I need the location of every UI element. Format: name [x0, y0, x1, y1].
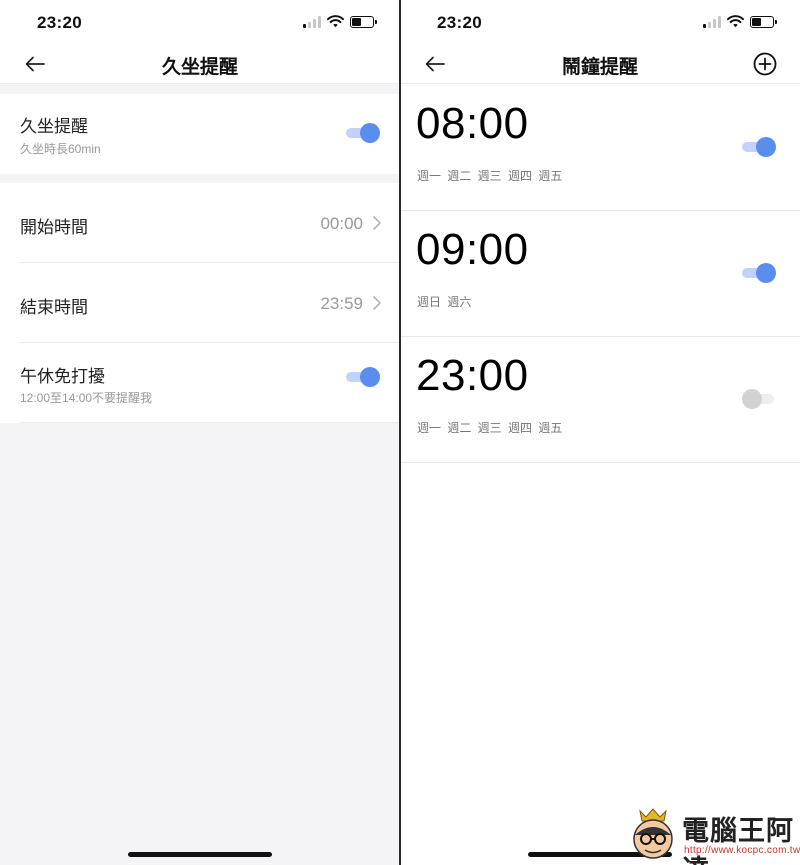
nav-bar: 久坐提醒	[0, 44, 400, 84]
chevron-right-icon	[373, 216, 381, 230]
nap-description: 12:00至14:00不要提醒我	[20, 391, 153, 405]
schedule-card: 開始時間 00:00 結束時間 23:59 午休免打擾 12:00至14:00不…	[0, 183, 400, 423]
mascot-logo-icon	[633, 808, 673, 859]
alarm-reminder-screen: 23:20 鬧鐘提醒 08:00 週一 週二 週三 週四 週五 09:00 週日…	[400, 0, 800, 865]
sedentary-duration: 久坐時長60min	[20, 142, 101, 156]
watermark-brand: 電腦王阿達	[682, 816, 794, 865]
alarm-toggle[interactable]	[742, 263, 776, 283]
cellular-signal-icon	[303, 15, 321, 28]
status-time: 23:20	[37, 13, 82, 32]
alarm-toggle[interactable]	[742, 137, 776, 157]
nap-label: 午休免打擾	[20, 367, 105, 386]
watermark-url: http://www.kocpc.com.tw	[684, 845, 800, 856]
alarm-days: 週一 週二 週三 週四 週五	[417, 169, 563, 183]
page-title: 鬧鐘提醒	[561, 57, 638, 78]
nap-toggle[interactable]	[346, 367, 380, 387]
sedentary-card: 久坐提醒 久坐時長60min	[0, 94, 400, 174]
wifi-icon	[327, 15, 344, 28]
sedentary-row: 久坐提醒 久坐時長60min	[0, 94, 400, 174]
nav-bar: 鬧鐘提醒	[400, 44, 800, 84]
wifi-icon	[727, 15, 744, 28]
alarm-time: 09:00	[416, 225, 529, 274]
end-time-label: 結束時間	[20, 298, 88, 317]
start-time-value: 00:00	[320, 214, 363, 233]
alarm-item[interactable]: 08:00 週一 週二 週三 週四 週五	[400, 85, 800, 211]
divider	[20, 422, 400, 423]
cellular-signal-icon	[703, 15, 721, 28]
sedentary-toggle[interactable]	[346, 123, 380, 143]
watermark: 電腦王阿達 http://www.kocpc.com.tw	[626, 801, 800, 865]
battery-icon	[350, 15, 377, 28]
status-bar: 23:20	[400, 0, 800, 44]
end-time-value: 23:59	[320, 294, 363, 313]
page-title: 久坐提醒	[161, 57, 238, 78]
alarm-time: 23:00	[416, 351, 529, 400]
alarm-item[interactable]: 09:00 週日 週六	[400, 211, 800, 337]
end-time-row[interactable]: 結束時間 23:59	[0, 263, 400, 343]
plus-circle-icon[interactable]	[752, 51, 778, 77]
nap-row: 午休免打擾 12:00至14:00不要提醒我	[0, 343, 400, 423]
alarm-toggle[interactable]	[742, 389, 776, 409]
alarm-item[interactable]: 23:00 週一 週二 週三 週四 週五	[400, 337, 800, 463]
alarm-days: 週日 週六	[417, 295, 472, 309]
status-time: 23:20	[437, 13, 482, 32]
sedentary-label: 久坐提醒	[20, 117, 88, 136]
chevron-right-icon	[373, 296, 381, 310]
start-time-label: 開始時間	[20, 218, 88, 237]
status-bar: 23:20	[0, 0, 400, 44]
sedentary-reminder-screen: 23:20 久坐提醒 久坐提醒 久坐時長60min 開始時間 00:00 結束時…	[0, 0, 400, 865]
alarm-days: 週一 週二 週三 週四 週五	[417, 421, 563, 435]
screen-divider	[399, 0, 401, 865]
battery-icon	[750, 15, 777, 28]
start-time-row[interactable]: 開始時間 00:00	[0, 183, 400, 263]
home-indicator	[128, 852, 272, 857]
alarm-time: 08:00	[416, 99, 529, 148]
